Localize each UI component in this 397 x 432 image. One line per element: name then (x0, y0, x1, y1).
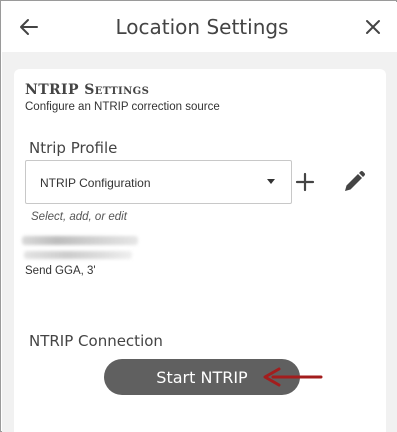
edit-profile-button[interactable] (341, 169, 367, 195)
send-gga-info: Send GGA, 3' (25, 265, 96, 277)
caret-down-icon (267, 179, 275, 184)
ntrip-profile-select[interactable]: NTRIP Configuration (25, 160, 292, 204)
redacted-text (24, 251, 132, 259)
header-bar: Location Settings (2, 2, 397, 52)
pencil-icon (345, 170, 366, 191)
add-profile-button[interactable] (293, 170, 317, 194)
close-button[interactable] (361, 15, 385, 39)
section-subtitle: Configure an NTRIP correction source (25, 101, 220, 113)
ntrip-profile-label: Ntrip Profile (29, 139, 118, 157)
redacted-text (22, 236, 138, 245)
arrow-left-icon (20, 19, 38, 35)
ntrip-settings-card: NTRIP Settings Configure an NTRIP correc… (14, 69, 386, 432)
ntrip-profile-value: NTRIP Configuration (40, 176, 151, 190)
close-icon (366, 20, 380, 34)
annotation-arrow-icon (263, 367, 323, 387)
plus-icon (295, 172, 315, 192)
section-title: NTRIP Settings (25, 82, 150, 98)
back-button[interactable] (16, 15, 42, 39)
location-settings-window: Location Settings NTRIP Settings Configu… (0, 0, 397, 432)
page-title: Location Settings (115, 15, 289, 39)
profile-hint: Select, add, or edit (31, 211, 127, 223)
ntrip-connection-label: NTRIP Connection (29, 332, 163, 350)
